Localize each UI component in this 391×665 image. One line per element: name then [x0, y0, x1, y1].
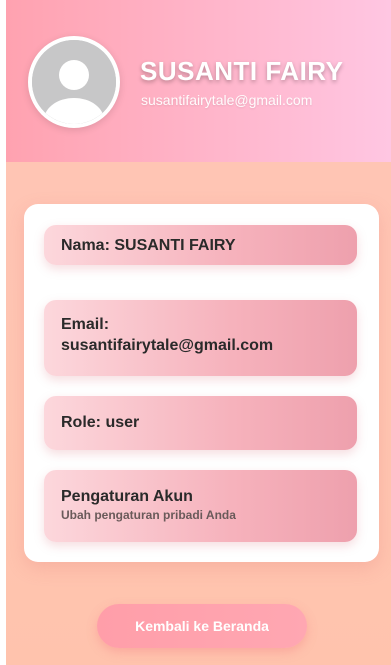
detail-item-name: Nama: SUSANTI FAIRY	[44, 225, 357, 265]
account-settings-title: Pengaturan Akun	[61, 488, 193, 505]
detail-name-label: Nama: SUSANTI FAIRY	[61, 237, 236, 254]
detail-item-role: Role: user	[44, 396, 357, 450]
avatar	[28, 36, 120, 128]
profile-email: susantifairytale@gmail.com	[141, 92, 313, 108]
profile-header: SUSANTI FAIRY susantifairytale@gmail.com	[6, 0, 391, 162]
account-settings-item[interactable]: Pengaturan Akun Ubah pengaturan pribadi …	[44, 470, 357, 542]
detail-item-email: Email: susantifairytale@gmail.com	[44, 300, 357, 376]
detail-email-value: susantifairytale@gmail.com	[61, 337, 274, 354]
profile-name: SUSANTI FAIRY	[140, 56, 344, 86]
back-to-home-button[interactable]: Kembali ke Beranda	[97, 604, 307, 648]
detail-role-label: Role: user	[61, 414, 140, 431]
user-avatar-placeholder-icon	[32, 40, 116, 124]
profile-details-card: Nama: SUSANTI FAIRY Email: susantifairyt…	[24, 204, 379, 562]
account-settings-subtitle: Ubah pengaturan pribadi Anda	[61, 508, 236, 522]
profile-page: SUSANTI FAIRY susantifairytale@gmail.com…	[6, 0, 391, 665]
detail-email-label: Email:	[61, 316, 110, 333]
